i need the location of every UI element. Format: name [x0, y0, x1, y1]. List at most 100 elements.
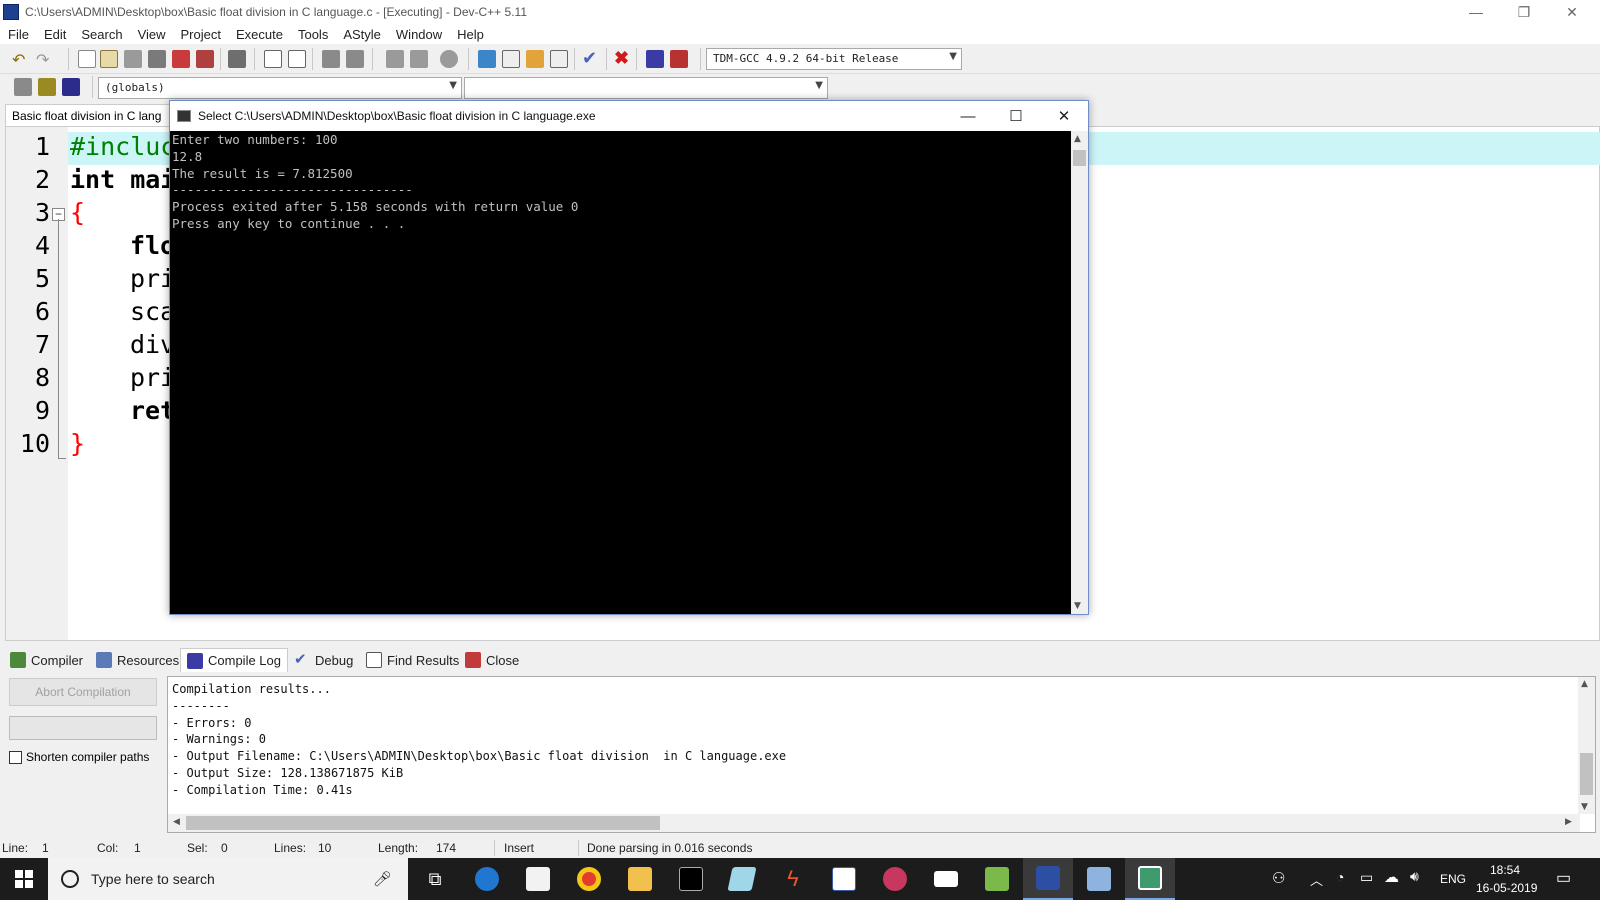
tab-close[interactable]: Close [461, 648, 523, 672]
new-file-icon[interactable] [78, 50, 96, 68]
menu-tools[interactable]: Tools [290, 27, 335, 42]
taskbar-app-edge[interactable] [462, 858, 512, 900]
taskbar-app-chrome[interactable] [564, 858, 614, 900]
taskbar-app-mail[interactable] [921, 858, 971, 900]
log-hscroll-thumb[interactable] [186, 816, 660, 830]
restore-button[interactable]: ❐ [1500, 0, 1548, 24]
tab-resources[interactable]: Resources [92, 648, 183, 672]
scroll-left-icon[interactable]: ◀ [173, 817, 180, 827]
next-bookmark-icon[interactable] [410, 50, 428, 68]
grid-icon[interactable] [550, 50, 568, 68]
replace-icon[interactable] [288, 50, 306, 68]
compiler-select[interactable]: TDM-GCC 4.9.2 64-bit Release ▼ [706, 48, 962, 70]
taskbar-app-terminal[interactable] [666, 858, 716, 900]
toggle-bookmark-icon[interactable] [38, 78, 56, 96]
class-browser-icon[interactable] [526, 50, 544, 68]
console-maximize-button[interactable]: ☐ [992, 101, 1040, 131]
unindent-icon[interactable] [346, 50, 364, 68]
taskbar-app-console[interactable] [1125, 858, 1175, 900]
goto-bookmark-icon[interactable] [62, 78, 80, 96]
scroll-right-icon[interactable]: ▶ [1565, 817, 1572, 827]
compile-log-output[interactable]: Compilation results... -------- - Errors… [167, 676, 1596, 833]
scroll-up-icon[interactable]: ▲ [1581, 679, 1588, 689]
microphone-icon[interactable]: 🎤︎ [373, 870, 392, 888]
scroll-up-icon[interactable]: ▲ [1074, 134, 1081, 144]
console-window[interactable]: Select C:\Users\ADMIN\Desktop\box\Basic … [169, 100, 1089, 615]
people-icon[interactable]: ⚇ [1272, 869, 1285, 887]
profile-icon[interactable] [646, 50, 664, 68]
onedrive-cloud-icon[interactable]: ☁ [1384, 868, 1399, 886]
menu-project[interactable]: Project [173, 27, 228, 42]
console-output[interactable]: Enter two numbers: 100 12.8 The result i… [170, 131, 1071, 614]
log-vscroll-thumb[interactable] [1580, 753, 1593, 795]
minimize-button[interactable]: — [1452, 0, 1500, 24]
log-horizontal-scrollbar[interactable]: ◀ ▶ [168, 814, 1580, 832]
scroll-down-icon[interactable]: ▼ [1074, 601, 1081, 611]
tab-compile-log[interactable]: Compile Log [180, 648, 288, 672]
taskbar-search[interactable]: Type here to search 🎤︎ [48, 858, 408, 900]
clock-time[interactable]: 18:54 [1490, 863, 1520, 877]
save-all-icon[interactable] [148, 50, 166, 68]
close-button[interactable]: ✕ [1548, 0, 1596, 24]
print-icon[interactable] [228, 50, 246, 68]
task-view-button[interactable]: ⧉ [410, 858, 460, 900]
taskbar-app-flash[interactable]: ϟ [768, 858, 818, 900]
taskbar-app-explorer[interactable] [615, 858, 665, 900]
taskbar-app-notepad-plus[interactable] [972, 858, 1022, 900]
taskbar-app-media[interactable] [870, 858, 920, 900]
console-scrollbar[interactable]: ▲ ▼ [1071, 131, 1088, 614]
open-file-icon[interactable] [100, 50, 118, 68]
taskbar-app-devcpp[interactable] [1023, 858, 1073, 900]
show-hidden-icons-chevron[interactable]: ︿ [1310, 870, 1323, 889]
check-syntax-icon[interactable]: ✔ [582, 48, 600, 68]
network-icon[interactable]: ◔ [1336, 869, 1344, 885]
language-indicator[interactable]: ENG [1440, 872, 1466, 886]
volume-icon[interactable]: 🔊︎ [1410, 868, 1419, 885]
taskbar-app-editor[interactable] [819, 858, 869, 900]
close-all-icon[interactable] [196, 50, 214, 68]
function-select[interactable]: ▼ [464, 77, 828, 99]
tab-find-results[interactable]: Find Results [362, 648, 463, 672]
scroll-down-icon[interactable]: ▼ [1581, 802, 1588, 812]
clock-date[interactable]: 16-05-2019 [1476, 881, 1537, 895]
menu-astyle[interactable]: AStyle [335, 27, 388, 42]
stop-execution-icon[interactable]: ✖ [614, 48, 632, 68]
start-button[interactable] [0, 858, 48, 900]
abort-compilation-button[interactable]: Abort Compilation [9, 678, 157, 706]
save-icon[interactable] [124, 50, 142, 68]
prev-bookmark-icon[interactable] [386, 50, 404, 68]
menu-view[interactable]: View [130, 27, 173, 42]
action-center-icon[interactable]: ▭ [1556, 868, 1571, 888]
taskbar-app-store[interactable] [513, 858, 563, 900]
menu-edit[interactable]: Edit [36, 27, 73, 42]
taskbar-app-notes[interactable] [717, 858, 767, 900]
console-close-button[interactable]: ✕ [1040, 101, 1088, 131]
goto-line-icon[interactable] [440, 50, 458, 68]
find-icon[interactable] [264, 50, 282, 68]
menu-window[interactable]: Window [388, 27, 449, 42]
window-layout-icon[interactable] [502, 50, 520, 68]
new-project-icon[interactable] [478, 50, 496, 68]
shorten-paths-checkbox[interactable]: Shorten compiler paths [9, 750, 149, 764]
line-number: 3 [34, 198, 50, 227]
undo-icon[interactable]: ↶ [12, 50, 30, 69]
console-scroll-thumb[interactable] [1073, 150, 1086, 166]
editor-file-tab[interactable]: Basic float division in C lang [5, 104, 175, 126]
log-vertical-scrollbar[interactable]: ▲ ▼ [1578, 677, 1595, 814]
tab-debug[interactable]: ✔ Debug [290, 648, 357, 672]
menu-help[interactable]: Help [449, 27, 491, 42]
taskbar-app-paint[interactable] [1074, 858, 1124, 900]
tab-compiler[interactable]: Compiler [6, 648, 87, 672]
checkbox-box[interactable] [9, 750, 22, 764]
indent-icon[interactable] [322, 50, 340, 68]
redo-icon[interactable]: ↷ [36, 50, 54, 69]
scope-select[interactable]: (globals) ▼ [98, 77, 462, 99]
console-minimize-button[interactable]: — [944, 101, 992, 131]
menu-execute[interactable]: Execute [228, 27, 290, 42]
menu-file[interactable]: File [0, 27, 36, 42]
close-file-icon[interactable] [172, 50, 190, 68]
battery-icon[interactable]: ▭ [1360, 869, 1373, 886]
insert-icon[interactable] [14, 78, 32, 96]
menu-search[interactable]: Search [73, 27, 129, 42]
delete-profile-icon[interactable] [670, 50, 688, 68]
